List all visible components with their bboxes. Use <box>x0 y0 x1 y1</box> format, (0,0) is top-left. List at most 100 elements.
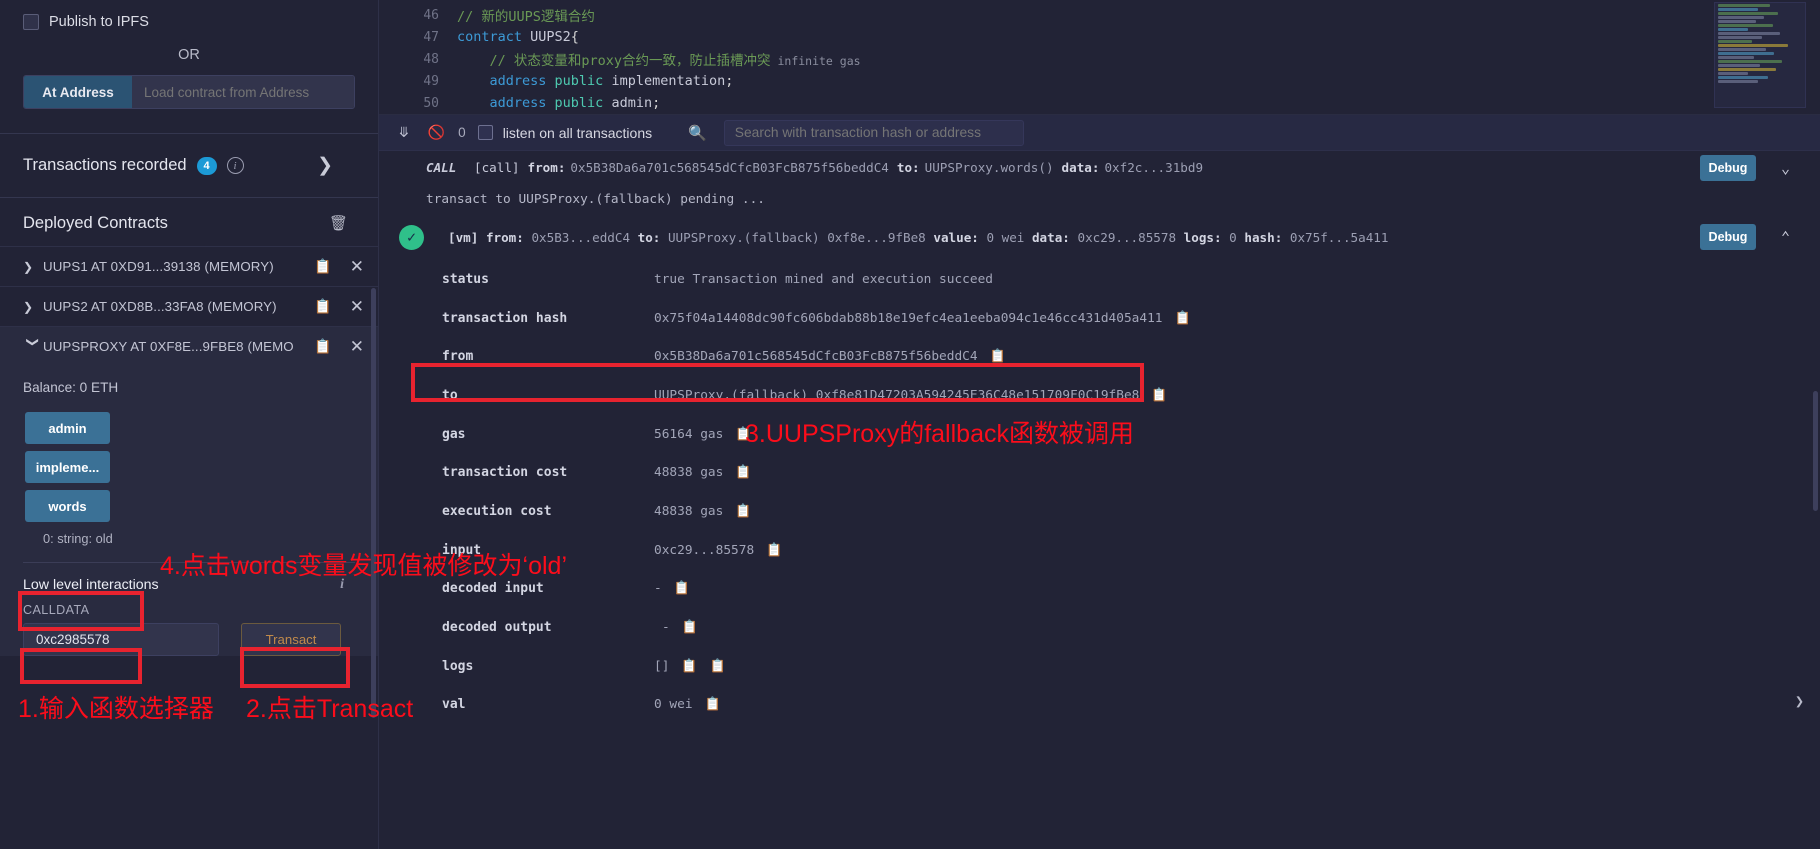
detail-key: val <box>442 697 466 713</box>
detail-row-decoded-input: decoded input - 📋 <box>379 570 1820 609</box>
copy-icon[interactable]: 📋 <box>681 659 697 674</box>
copy-icon[interactable]: 📋 <box>314 338 331 355</box>
close-icon[interactable]: ✕ <box>350 257 364 277</box>
copy-icon[interactable]: 📋 <box>674 581 690 596</box>
balance-label: Balance: 0 ETH <box>23 380 119 395</box>
contract-name-label: UUPSPROXY AT 0XF8E...9FBE8 (MEMO <box>43 339 294 354</box>
detail-row-logs: logs [] 📋 📋 <box>379 647 1820 686</box>
function-button-implementation[interactable]: impleme... <box>25 451 110 483</box>
function-button-words[interactable]: words <box>25 490 110 522</box>
or-separator-label: OR <box>178 47 200 63</box>
publish-to-ipfs-row[interactable]: Publish to IPFS <box>0 0 378 30</box>
contract-name-label: UUPS1 AT 0XD91...39138 (MEMORY) <box>43 259 274 274</box>
hash-value: 0x75f...5a411 <box>1289 229 1389 245</box>
copy-icon[interactable]: 📋 <box>990 349 1006 364</box>
copy-icon[interactable]: 📋 <box>1151 388 1167 403</box>
detail-key: gas <box>442 426 466 442</box>
detail-value: 0xc29...85578 <box>654 542 755 558</box>
debug-button[interactable]: Debug <box>1700 154 1756 181</box>
detail-key: from <box>442 349 474 365</box>
copy-icon[interactable]: 📋 <box>735 465 751 480</box>
editor-minimap[interactable] <box>1714 2 1806 108</box>
calldata-input[interactable] <box>23 623 219 656</box>
to-value: UUPSProxy.(fallback) 0xf8e...9fBe8 <box>667 229 926 245</box>
detail-row-transaction-cost: transaction cost 48838 gas 📋 <box>379 453 1820 492</box>
terminal-scrollbar[interactable] <box>1813 391 1818 511</box>
copy-icon[interactable]: 📋 <box>766 543 782 558</box>
terminal-call-line[interactable]: CALL [call] from: 0x5B38Da6a701c568545dC… <box>379 151 1820 184</box>
low-level-interactions-label: Low level interactions <box>23 577 159 593</box>
copy-icon[interactable]: 📋 <box>682 620 698 635</box>
copy-icon[interactable]: 📋 <box>314 258 331 275</box>
copy-icon[interactable]: 📋 <box>1175 311 1191 326</box>
logs-value: 0 <box>1229 229 1237 245</box>
code-line: 49 address public implementation; <box>379 70 1820 92</box>
from-value: 0x5B3...eddC4 <box>531 229 631 245</box>
chevron-down-icon[interactable]: ⌄ <box>1781 159 1790 177</box>
code-line: 48 // 状态变量和proxy合约一致，防止插槽冲突 infinite gas <box>379 48 1820 70</box>
load-contract-address-input[interactable] <box>132 76 354 108</box>
detail-value: 48838 gas <box>654 503 724 519</box>
detail-row-from: from 0x5B38Da6a701c568545dCfcB03FcB875f5… <box>379 337 1820 376</box>
chevron-right-icon[interactable]: ❯ <box>23 260 43 274</box>
line-number: 47 <box>423 29 439 45</box>
call-tag: CALL <box>426 160 457 175</box>
info-icon[interactable]: i <box>226 157 244 174</box>
contract-item-uups2[interactable]: ❯ UUPS2 AT 0XD8B...33FA8 (MEMORY) 📋 ✕ <box>0 286 378 326</box>
chevron-up-icon[interactable]: ⌃ <box>1781 228 1790 246</box>
terminal-pending-line: transact to UUPSProxy.(fallback) pending… <box>426 191 765 207</box>
function-button-admin[interactable]: admin <box>25 412 110 444</box>
detail-row-input: input 0xc29...85578 📋 <box>379 531 1820 570</box>
trash-icon[interactable]: 🗑 <box>329 214 348 232</box>
transactions-recorded-row[interactable]: Transactions recorded 4 i ❯ <box>0 134 378 197</box>
to-value: UUPSProxy.words() <box>924 160 1054 175</box>
listen-all-transactions-checkbox[interactable] <box>477 125 493 140</box>
detail-key: decoded input <box>442 581 544 597</box>
to-key: to: <box>637 229 661 245</box>
detail-row-decoded-output: decoded output - 📋 <box>379 608 1820 647</box>
debug-button[interactable]: Debug <box>1700 224 1756 250</box>
listen-all-transactions-label: listen on all transactions <box>502 124 653 141</box>
code-text: // 新的UUPS逻辑合约 <box>457 9 595 25</box>
transact-button[interactable]: Transact <box>241 623 341 656</box>
code-type: public <box>554 95 612 111</box>
at-address-button[interactable]: At Address <box>24 76 132 108</box>
code-editor[interactable]: 46 // 新的UUPS逻辑合约 47 contract UUPS2{ 48 /… <box>379 0 1820 115</box>
copy-icon[interactable]: 📋 <box>735 504 751 519</box>
copy-icon[interactable]: 📋 <box>314 298 331 315</box>
data-value: 0xf2c...31bd9 <box>1104 160 1204 175</box>
detail-key: decoded output <box>442 620 552 636</box>
detail-value: 0x75f04a14408dc90fc606bdab88b18e19efc4ea… <box>654 310 1163 326</box>
publish-ipfs-checkbox[interactable] <box>23 14 39 30</box>
terminal-vm-line[interactable]: ✓ [vm] from: 0x5B3...eddC4 to: UUPSProxy… <box>379 214 1820 260</box>
detail-key: status <box>442 271 489 287</box>
vm-prefix: [vm] <box>448 229 479 245</box>
close-icon[interactable]: ✕ <box>350 337 364 357</box>
chevron-down-icon[interactable]: ❯ <box>26 337 40 357</box>
copy-icon-secondary[interactable]: 📋 <box>710 659 726 674</box>
code-punct: ; <box>652 95 661 111</box>
chevron-right-icon[interactable]: ❯ <box>23 300 43 314</box>
code-line: 47 contract UUPS2{ <box>379 26 1820 48</box>
calldata-label: CALLDATA <box>23 603 90 617</box>
chevron-right-icon[interactable]: ❯ <box>1795 692 1804 710</box>
chevrons-down-icon[interactable]: ⤋ <box>398 124 410 141</box>
detail-value: 56164 gas <box>654 426 724 442</box>
left-panel-scrollbar[interactable] <box>371 288 376 718</box>
call-prefix: [call] <box>474 160 520 175</box>
close-icon[interactable]: ✕ <box>350 297 364 317</box>
from-value: 0x5B38Da6a701c568545dCfcB03FcB875f56bedd… <box>570 160 889 175</box>
detail-value: - <box>654 581 662 597</box>
chevron-right-icon[interactable]: ❯ <box>317 154 333 177</box>
data-key: data: <box>1061 160 1100 175</box>
line-number: 50 <box>423 95 439 111</box>
hash-key: hash: <box>1244 229 1283 245</box>
clear-console-icon[interactable]: 🚫 <box>428 124 445 141</box>
contract-item-uupsproxy[interactable]: ❯ UUPSPROXY AT 0XF8E...9FBE8 (MEMO 📋 ✕ <box>0 326 378 366</box>
search-icon[interactable]: 🔍 <box>688 124 707 142</box>
search-input[interactable] <box>723 119 1024 146</box>
contract-item-uups1[interactable]: ❯ UUPS1 AT 0XD91...39138 (MEMORY) 📋 ✕ <box>0 246 378 286</box>
pending-count: 0 <box>458 125 466 140</box>
line-number: 48 <box>423 51 439 67</box>
copy-icon[interactable]: 📋 <box>705 697 721 712</box>
